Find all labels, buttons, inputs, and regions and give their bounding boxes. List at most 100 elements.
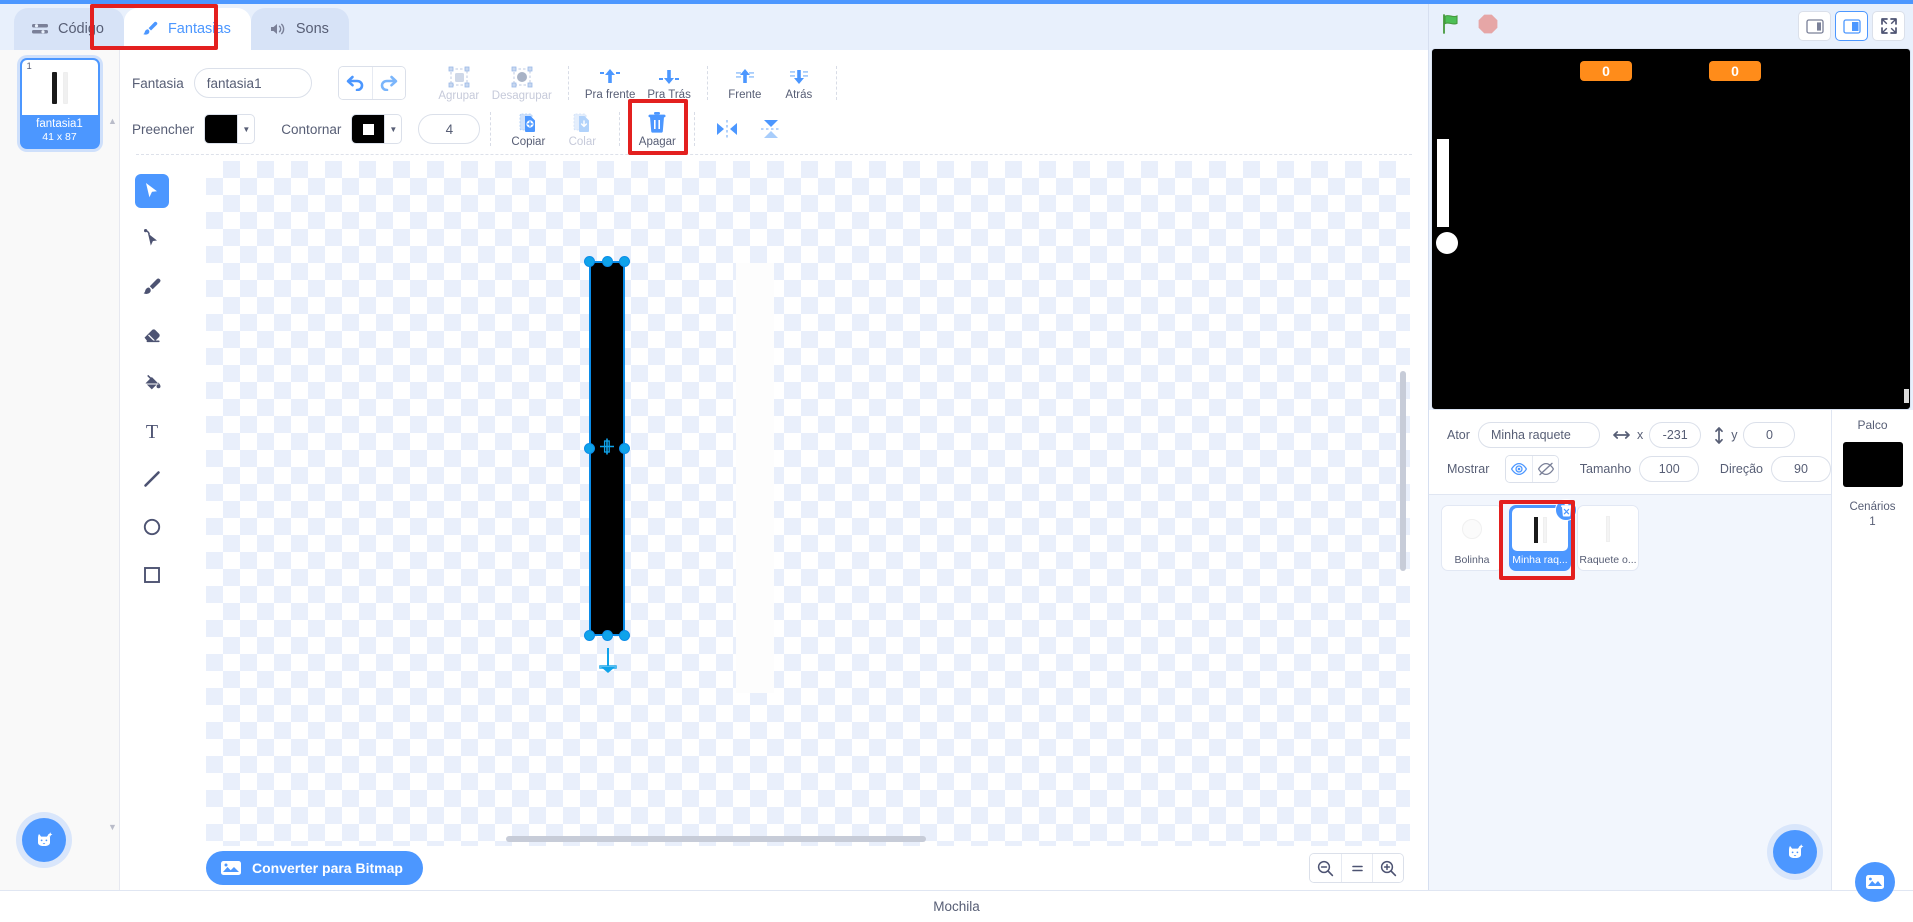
size-input[interactable]: [1639, 456, 1700, 482]
handle-mid-left[interactable]: [584, 443, 595, 454]
fill-tool[interactable]: [134, 359, 170, 407]
monitor-2[interactable]: 0: [1709, 61, 1761, 81]
back-button[interactable]: Atrás: [772, 66, 826, 101]
fill-color-swatch[interactable]: [204, 114, 239, 144]
y-position-input[interactable]: [1743, 422, 1796, 448]
sprite-info-row-2: Mostrar Tamanho 100 Direção 90: [1429, 452, 1831, 486]
sprite-tile-bolinha[interactable]: Bolinha: [1441, 505, 1503, 571]
visibility-toggle: [1505, 455, 1560, 483]
handle-mid-right[interactable]: [619, 443, 630, 454]
delete-button[interactable]: Apagar: [628, 98, 689, 155]
select-tool[interactable]: [134, 167, 170, 215]
costume-number: 1: [26, 61, 32, 72]
add-sprite-button[interactable]: [1773, 830, 1817, 874]
add-costume-button[interactable]: [22, 818, 66, 862]
rectangle-tool[interactable]: [134, 551, 170, 599]
tab-sons[interactable]: Sons: [250, 8, 349, 50]
text-tool[interactable]: T: [134, 407, 170, 455]
add-extension-button[interactable]: [1855, 862, 1895, 902]
forward-button[interactable]: Pra frente: [579, 66, 642, 101]
flip-vertical-button[interactable]: [749, 118, 793, 140]
sprite-name-input[interactable]: [1477, 422, 1600, 448]
undo-button[interactable]: [338, 67, 372, 99]
circle-tool[interactable]: [134, 503, 170, 551]
selected-shape[interactable]: [584, 256, 630, 673]
canvas-vertical-scrollbar[interactable]: [1400, 371, 1406, 571]
costume-name: fantasia1: [36, 118, 83, 130]
eraser-tool[interactable]: [134, 311, 170, 359]
flip-horizontal-button[interactable]: [705, 118, 749, 140]
paint-region: ▲ 1 fantasia1 41 x 87 ▼ Fantasia fantasi…: [0, 50, 1428, 890]
backward-button[interactable]: Pra Trás: [641, 66, 696, 101]
direction-input[interactable]: [1771, 456, 1831, 482]
canvas-horizontal-scrollbar[interactable]: [506, 836, 926, 842]
x-label: x: [1636, 428, 1644, 442]
front-label: Frente: [728, 88, 762, 101]
green-flag-button[interactable]: [1439, 12, 1463, 41]
stage-thumbnail[interactable]: [1842, 442, 1903, 487]
code-icon: [32, 22, 49, 36]
sprite-area: Ator x: [1429, 410, 1913, 890]
stop-button[interactable]: [1477, 13, 1499, 40]
backdrops-count: 1: [1869, 516, 1876, 528]
zoom-out-button[interactable]: [1310, 854, 1341, 882]
zoom-in-button[interactable]: [1372, 854, 1403, 882]
toolbar-divider-3: [835, 66, 837, 100]
fullscreen-button[interactable]: [1872, 11, 1905, 41]
handle-top-left[interactable]: [584, 256, 595, 267]
x-position-icon: [1612, 429, 1631, 441]
stroke-color-swatch[interactable]: [351, 114, 386, 144]
handle-bottom-right[interactable]: [619, 630, 630, 641]
front-button[interactable]: Frente: [718, 66, 772, 101]
line-tool[interactable]: [134, 455, 170, 503]
handle-top-center[interactable]: [601, 256, 613, 267]
handle-bottom-center[interactable]: [601, 630, 613, 641]
stage[interactable]: 0 0: [1431, 48, 1911, 410]
stage-selector-panel[interactable]: Palco Cenários 1: [1831, 410, 1913, 890]
hide-sprite-button[interactable]: [1532, 456, 1559, 482]
redo-button[interactable]: [371, 67, 405, 99]
show-sprite-button[interactable]: [1506, 456, 1533, 482]
stroke-width-input[interactable]: [418, 114, 481, 144]
group-button[interactable]: Agrupar: [432, 65, 486, 102]
brush-tool[interactable]: [134, 263, 170, 311]
rotation-handle[interactable]: [597, 648, 617, 673]
costume-thumbnail: 1: [21, 60, 98, 115]
convert-to-bitmap-label: Converter para Bitmap: [252, 860, 403, 876]
backward-label: Pra Trás: [647, 88, 691, 101]
stage-ball-sprite[interactable]: [1436, 232, 1458, 254]
delete-sprite-button[interactable]: [1555, 499, 1577, 521]
large-stage-button[interactable]: [1835, 11, 1868, 41]
show-label: Mostrar: [1447, 462, 1490, 476]
costume-scroll-up-icon[interactable]: ▲: [108, 116, 117, 126]
x-position-input[interactable]: [1649, 422, 1702, 448]
copy-button[interactable]: Copiar: [501, 111, 555, 148]
convert-to-bitmap-button[interactable]: Converter para Bitmap: [206, 851, 423, 885]
stage-paddle-sprite[interactable]: [1437, 139, 1449, 227]
fill-color-dropdown-icon[interactable]: ▼: [238, 114, 256, 144]
sprite-name-label: Ator: [1447, 428, 1470, 442]
drawing-canvas[interactable]: [206, 161, 1410, 846]
canvas-holder: Converter para Bitmap: [206, 161, 1428, 890]
ungroup-button[interactable]: Desagrupar: [486, 65, 558, 102]
sprite-name: Raquete o...: [1579, 554, 1637, 566]
sprite-tile-raquete-oponente[interactable]: Raquete o...: [1577, 505, 1639, 571]
move-cursor-icon: [600, 438, 614, 459]
costume-name-input[interactable]: [193, 68, 312, 98]
costume-scroll-down-icon[interactable]: ▼: [108, 822, 117, 832]
small-stage-button[interactable]: [1798, 11, 1831, 41]
sprite-tile-minha-raquete[interactable]: Minha raq...: [1509, 499, 1577, 571]
tab-fantasias[interactable]: Fantasias: [123, 8, 251, 50]
handle-bottom-left[interactable]: [584, 630, 595, 641]
reshape-tool[interactable]: [134, 215, 170, 263]
stroke-color-dropdown-icon[interactable]: ▼: [385, 114, 403, 144]
tab-fantasias-label: Fantasias: [167, 21, 231, 37]
tab-codigo[interactable]: Código: [14, 8, 124, 50]
costume-item-1[interactable]: 1 fantasia1 41 x 87: [19, 58, 100, 150]
canvas-white-shape[interactable]: [736, 263, 774, 693]
paste-button[interactable]: Colar: [555, 111, 609, 148]
monitor-1[interactable]: 0: [1580, 61, 1632, 81]
backpack-bar[interactable]: Mochila: [0, 862, 1913, 922]
zoom-reset-button[interactable]: [1341, 854, 1372, 882]
handle-top-right[interactable]: [619, 256, 630, 267]
